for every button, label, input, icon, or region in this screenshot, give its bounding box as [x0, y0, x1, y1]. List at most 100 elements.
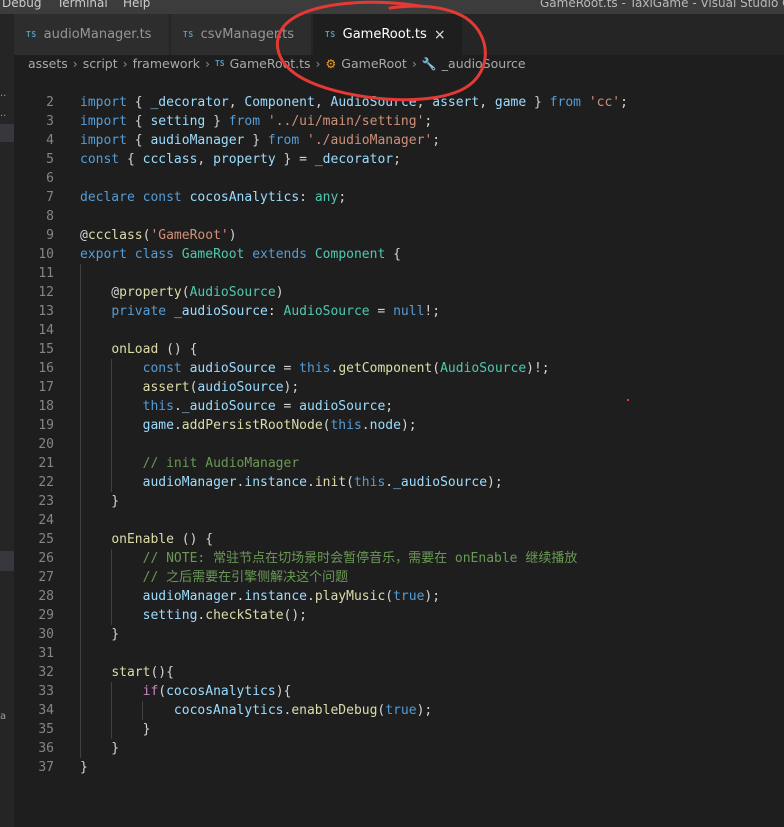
tab-label: GameRoot.ts — [342, 27, 427, 42]
breadcrumb-item[interactable]: GameRoot.ts — [230, 56, 311, 71]
menu-debug[interactable]: Debug — [2, 0, 41, 10]
code-token: )!; — [526, 361, 550, 376]
code-token: } — [205, 114, 229, 129]
breadcrumb-item[interactable]: GameRoot — [341, 56, 407, 71]
code-token: , — [228, 95, 245, 110]
code-token: true — [393, 589, 425, 604]
code-token: export — [80, 247, 127, 262]
code-token: ; — [424, 114, 433, 129]
line-number: 21 — [38, 456, 54, 471]
menu-help[interactable]: Help — [123, 0, 150, 10]
code-token: : — [299, 190, 315, 205]
code-token: , — [479, 95, 495, 110]
breadcrumb-item[interactable]: _audioSource — [442, 56, 526, 71]
code-text: onLoad () { — [80, 340, 197, 359]
code-token: AudioSource — [440, 361, 527, 376]
code-token: property — [119, 285, 182, 300]
code-token: ; — [620, 95, 628, 110]
code-token: any — [314, 190, 339, 205]
code-token: from — [228, 114, 261, 129]
code-token: const — [142, 361, 182, 376]
menu-terminal[interactable]: Terminal — [57, 0, 108, 10]
line-number: 34 — [38, 703, 54, 718]
code-text: declare const cocosAnalytics: any; — [80, 188, 346, 207]
code-token: './audioManager' — [307, 133, 433, 148]
side-selected-row[interactable] — [0, 124, 14, 142]
line-number: 6 — [46, 171, 54, 186]
tab-csvmanager[interactable]: TS csvManager.ts — [171, 14, 312, 55]
indent-guide — [111, 435, 113, 454]
line-number: 31 — [38, 646, 54, 661]
code-token: . — [307, 589, 315, 604]
code-token: ; — [393, 152, 401, 167]
close-icon[interactable]: × — [434, 27, 446, 43]
code-token: { — [385, 247, 401, 262]
line-number: 32 — [38, 665, 54, 680]
breadcrumb-item[interactable]: assets — [28, 56, 68, 71]
breadcrumb-item[interactable]: script — [83, 56, 118, 71]
typescript-file-icon: TS — [26, 30, 37, 39]
code-text: } — [80, 739, 119, 758]
indent-guide — [80, 511, 81, 530]
code-text: @ccclass('GameRoot') — [80, 226, 237, 245]
code-token: this — [142, 399, 174, 414]
code-text: // NOTE: 常驻节点在切场景时会暂停音乐，需要在 onEnable 继续播… — [80, 549, 578, 568]
code-token: . — [361, 418, 370, 433]
side-selected-row[interactable] — [0, 551, 14, 571]
line-number: 4 — [46, 133, 54, 148]
typescript-file-icon: TS — [325, 30, 336, 39]
code-token: cocosAnalytics — [166, 684, 276, 699]
code-text: audioManager.instance.init(this._audioSo… — [80, 473, 503, 492]
code-token: } — [80, 741, 120, 756]
code-token: ); — [416, 703, 433, 718]
line-number: 9 — [46, 228, 54, 243]
code-token: ; — [432, 133, 441, 148]
code-token: import — [80, 114, 127, 129]
typescript-file-icon: TS — [214, 59, 225, 68]
line-number: 8 — [46, 209, 54, 224]
code-text: onEnable () { — [80, 530, 213, 549]
code-token: ccclass — [142, 152, 198, 167]
code-token: { — [126, 114, 151, 129]
code-text: import { setting } from '../ui/main/sett… — [80, 112, 432, 131]
code-text: if(cocosAnalytics){ — [80, 682, 292, 701]
code-token: } — [244, 133, 268, 148]
code-token: , — [416, 95, 433, 110]
code-token: ccclass — [87, 228, 143, 243]
side-panel-edge: .. .. a — [0, 14, 14, 827]
code-token: ( — [432, 361, 441, 376]
line-number: 7 — [46, 190, 54, 205]
code-editor[interactable]: 2 import { _decorator, Component, AudioSo… — [14, 72, 784, 827]
code-token: = — [275, 361, 300, 376]
breadcrumb-item[interactable]: framework — [133, 56, 200, 71]
code-token: ); — [487, 475, 503, 490]
code-token: cocosAnalytics — [189, 190, 300, 205]
code-text: assert(audioSource); — [80, 378, 300, 397]
tab-gameroot[interactable]: TS GameRoot.ts × — [313, 14, 463, 55]
class-icon: ⚙ — [325, 56, 337, 71]
line-number: 12 — [38, 285, 54, 300]
code-token: !; — [424, 304, 441, 319]
code-text: setting.checkState(); — [80, 606, 307, 625]
chevron-right-icon: › — [411, 56, 417, 71]
code-token: // init AudioManager — [142, 456, 300, 471]
code-token: enableDebug — [291, 703, 378, 718]
code-token: assert — [142, 380, 190, 395]
code-token: ( — [181, 285, 190, 300]
code-token: // 之后需要在引擎侧解决这个问题 — [142, 570, 349, 585]
code-token: (); — [283, 608, 308, 623]
code-token: ) — [228, 228, 237, 243]
line-number: 24 — [38, 513, 54, 528]
line-number: 20 — [38, 437, 54, 452]
code-token: () { — [173, 532, 214, 547]
tab-audiomanager[interactable]: TS audioManager.ts — [14, 14, 170, 55]
